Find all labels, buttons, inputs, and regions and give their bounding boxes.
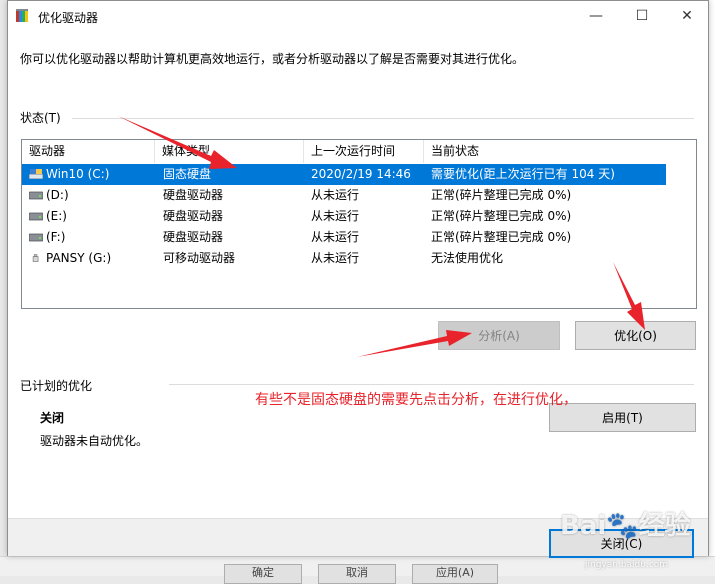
drive-name: PANSY (G:)	[46, 251, 112, 265]
hard-drive-icon	[29, 191, 43, 200]
drive-last-run: 从未运行	[311, 209, 360, 223]
scheduled-divider	[169, 384, 694, 385]
drive-name: Win10 (C:)	[46, 167, 110, 181]
drive-media-type: 硬盘驱动器	[163, 188, 224, 202]
drive-last-run: 从未运行	[311, 230, 360, 244]
column-header-media-type[interactable]: 媒体类型	[155, 140, 304, 163]
status-divider	[72, 118, 694, 119]
column-header-current-status[interactable]: 当前状态	[424, 140, 668, 163]
column-header-drive[interactable]: 驱动器	[22, 140, 155, 163]
drive-media-type: 可移动驱动器	[163, 251, 236, 265]
hard-drive-icon	[29, 212, 43, 221]
minimize-button[interactable]: —	[573, 1, 619, 32]
background-apply-button[interactable]: 应用(A)	[412, 564, 498, 584]
drive-media-type: 固态硬盘	[163, 167, 212, 181]
drive-status: 需要优化(距上次运行已有 104 天)	[431, 167, 615, 181]
watermark-brand: Bai🐾经验	[560, 511, 691, 541]
drive-row[interactable]: Win10 (C:) 固态硬盘 2020/2/19 14:46 需要优化(距上次…	[22, 164, 666, 185]
usb-drive-icon	[32, 254, 39, 262]
window-title: 优化驱动器	[38, 11, 99, 25]
drive-last-run: 从未运行	[311, 251, 360, 265]
drive-row[interactable]: PANSY (G:) 可移动驱动器 从未运行 无法使用优化	[22, 248, 666, 269]
watermark-url: jingyan.baidu.com	[585, 560, 669, 570]
dialog-body: 你可以优化驱动器以帮助计算机更高效地运行，或者分析驱动器以了解是否需要对其进行优…	[8, 32, 708, 518]
drive-row[interactable]: (F:) 硬盘驱动器 从未运行 正常(碎片整理已完成 0%)	[22, 227, 666, 248]
annotation-text: 有些不是固态硬盘的需要先点击分析，在进行优化，	[255, 392, 577, 408]
drive-row[interactable]: (E:) 硬盘驱动器 从未运行 正常(碎片整理已完成 0%)	[22, 206, 666, 227]
schedule-state: 关闭	[40, 411, 65, 425]
intro-text: 你可以优化驱动器以帮助计算机更高效地运行，或者分析驱动器以了解是否需要对其进行优…	[20, 52, 525, 66]
schedule-description: 驱动器未自动优化。	[40, 434, 149, 448]
status-label: 状态(T)	[20, 111, 61, 125]
drive-media-type: 硬盘驱动器	[163, 230, 224, 244]
analyze-button[interactable]: 分析(A)	[438, 321, 560, 350]
background-ok-button[interactable]: 确定	[224, 564, 302, 584]
drive-status: 正常(碎片整理已完成 0%)	[431, 230, 572, 244]
title-bar: 优化驱动器 — ☐ ✕	[8, 1, 708, 32]
optimize-drives-dialog: 优化驱动器 — ☐ ✕ 你可以优化驱动器以帮助计算机更高效地运行，或者分析驱动器…	[7, 0, 709, 558]
scheduled-optimization-label: 已计划的优化	[20, 379, 93, 393]
drive-status: 正常(碎片整理已完成 0%)	[431, 209, 572, 223]
drive-list[interactable]: 驱动器 媒体类型 上一次运行时间 当前状态 Win10 (C:) 固态硬盘 20…	[21, 139, 697, 309]
drive-status: 正常(碎片整理已完成 0%)	[431, 188, 572, 202]
close-window-button[interactable]: ✕	[664, 1, 710, 32]
drive-media-type: 硬盘驱动器	[163, 209, 224, 223]
optimize-button[interactable]: 优化(O)	[575, 321, 696, 350]
drive-name: (E:)	[46, 209, 67, 223]
maximize-button[interactable]: ☐	[619, 1, 665, 32]
hard-drive-icon	[29, 233, 43, 242]
column-header-last-run[interactable]: 上一次运行时间	[304, 140, 424, 163]
drive-name: (D:)	[46, 188, 69, 202]
drive-last-run: 2020/2/19 14:46	[311, 167, 411, 181]
drive-status: 无法使用优化	[431, 251, 504, 265]
background-cancel-button[interactable]: 取消	[318, 564, 396, 584]
ssd-drive-icon	[29, 169, 43, 179]
drive-list-header: 驱动器 媒体类型 上一次运行时间 当前状态	[22, 140, 696, 163]
drive-row[interactable]: (D:) 硬盘驱动器 从未运行 正常(碎片整理已完成 0%)	[22, 185, 666, 206]
drive-name: (F:)	[46, 230, 66, 244]
defrag-app-icon	[16, 9, 28, 22]
drive-last-run: 从未运行	[311, 188, 360, 202]
